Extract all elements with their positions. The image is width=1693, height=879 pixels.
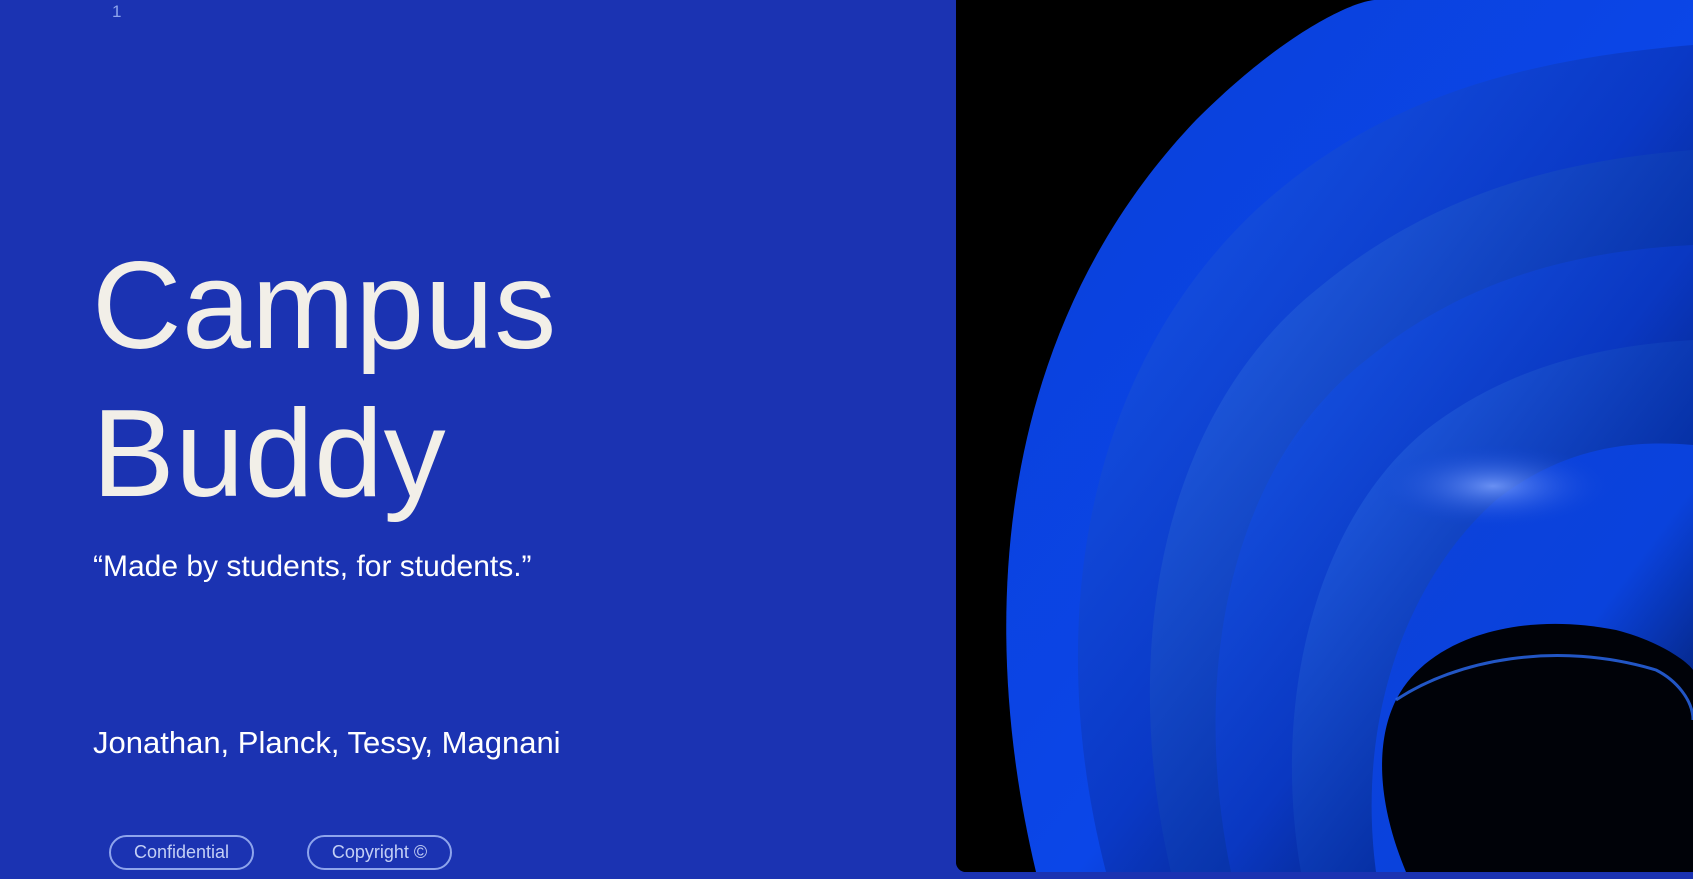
confidential-badge: Confidential <box>109 835 254 870</box>
abstract-blue-wave-image <box>956 0 1693 872</box>
title-line-1: Campus <box>92 237 557 375</box>
hero-image <box>956 0 1693 872</box>
copyright-badge: Copyright © <box>307 835 452 870</box>
authors: Jonathan, Planck, Tessy, Magnani <box>93 725 561 760</box>
tagline: “Made by students, for students.” <box>93 550 532 583</box>
slide: 1 Campus Buddy “Made by students, for st… <box>0 0 1693 879</box>
slide-number: 1 <box>112 2 122 21</box>
slide-title: Campus Buddy <box>92 232 557 528</box>
title-line-2: Buddy <box>92 385 447 523</box>
